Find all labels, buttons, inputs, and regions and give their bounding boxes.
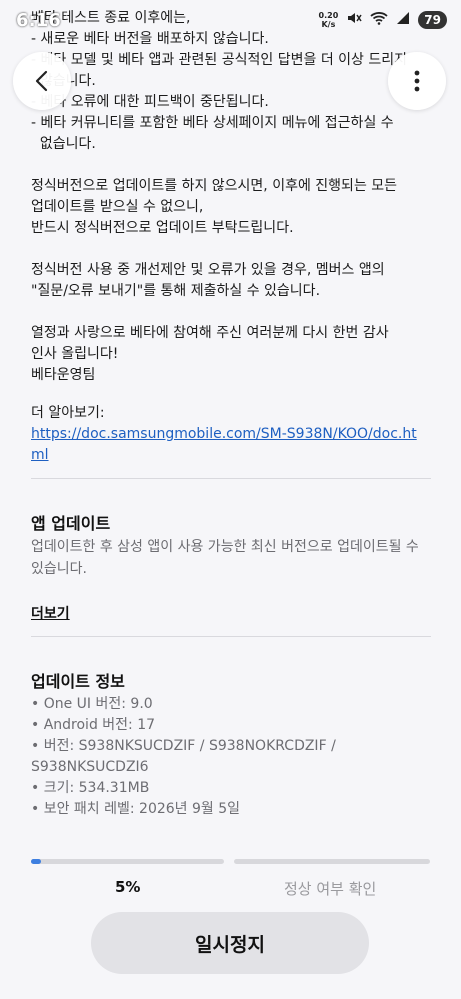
notice-line bbox=[31, 155, 431, 176]
clock: 6:16 bbox=[16, 9, 61, 31]
verify-step-label: 정상 여부 확인 bbox=[284, 880, 377, 898]
speed-unit: K/s bbox=[321, 20, 336, 29]
more-vertical-icon bbox=[414, 70, 420, 92]
signal-icon bbox=[396, 11, 410, 29]
notice-line: 정식버전으로 업데이트를 하지 않으시면, 이후에 진행되는 모든 bbox=[31, 178, 398, 194]
back-button[interactable] bbox=[13, 52, 71, 110]
battery-indicator: 79 bbox=[418, 11, 447, 29]
network-speed: 0.20 K/s bbox=[319, 11, 339, 29]
back-arrow-icon bbox=[34, 69, 50, 93]
notice-line: - 베타 모델 및 베타 앱과 관련된 공식적인 답변을 더 이상 드리지 bbox=[31, 52, 408, 68]
more-options-button[interactable] bbox=[388, 52, 446, 110]
notice-line: 없습니다. bbox=[31, 136, 96, 152]
notice-line: 열정과 사랑으로 베타에 참여해 주신 여러분께 다시 한번 감사 bbox=[31, 325, 389, 341]
doc-link[interactable]: https://doc.samsungmobile.com/SM-S938N/K… bbox=[31, 424, 419, 466]
speed-value: 0.20 bbox=[318, 11, 339, 20]
update-info-item: S938NKSUCDZI6 bbox=[31, 759, 149, 775]
notice-line: 정식버전 사용 중 개선제안 및 오류가 있을 경우, 멤버스 앱의 bbox=[31, 262, 385, 278]
progress-track-step2 bbox=[234, 859, 430, 864]
notice-line: 베타운영팀 bbox=[31, 367, 96, 383]
notice-line bbox=[31, 239, 431, 260]
update-info-list: • One UI 버전: 9.0 • Android 버전: 17 • 버전: S9… bbox=[31, 694, 431, 820]
notice-line: - 베타 커뮤니티를 포함한 베타 상세페이지 메뉴에 접근하실 수 bbox=[31, 115, 394, 131]
status-bar: 6:16 0.20 K/s 79 bbox=[0, 0, 461, 40]
update-info-item: • 크기: 534.31MB bbox=[31, 780, 150, 796]
see-more-link[interactable]: 더보기 bbox=[31, 603, 70, 623]
wifi-icon bbox=[370, 11, 388, 29]
update-info-title: 업데이트 정보 bbox=[31, 672, 125, 691]
notice-line: 업데이트를 받으실 수 없으니, bbox=[31, 199, 204, 215]
notice-line: - 베타 오류에 대한 피드백이 중단됩니다. bbox=[31, 94, 269, 110]
learn-more-label: 더 알아보기: bbox=[31, 405, 105, 421]
pause-button[interactable]: 일시정지 bbox=[91, 912, 369, 974]
progress-track-step1 bbox=[31, 859, 224, 864]
update-info-item: • 보안 패치 레벨: 2026년 9월 5일 bbox=[31, 801, 241, 817]
notice-line: 인사 올립니다! bbox=[31, 346, 119, 362]
notice-line bbox=[31, 302, 431, 323]
status-icons: 0.20 K/s 79 bbox=[319, 10, 447, 30]
notice-line: "질문/오류 보내기"를 통해 제출하실 수 있습니다. bbox=[31, 283, 321, 299]
mute-icon bbox=[346, 10, 362, 30]
notice-line: 않습니다. bbox=[31, 71, 431, 92]
update-info-item: • One UI 버전: 9.0 bbox=[31, 696, 153, 712]
divider bbox=[31, 478, 431, 479]
divider bbox=[31, 636, 431, 637]
app-update-description: 업데이트한 후 삼성 앱이 사용 가능한 최신 버전으로 업데이트될 수 있습니… bbox=[31, 539, 419, 577]
progress-fill bbox=[31, 859, 41, 864]
app-update-title: 앱 업데이트 bbox=[31, 514, 111, 533]
update-info-item: • Android 버전: 17 bbox=[31, 717, 156, 733]
notice-line: 반드시 정식버전으로 업데이트 부탁드립니다. bbox=[31, 220, 294, 236]
progress-percent: 5% bbox=[115, 878, 141, 896]
update-info-item: • 버전: S938NKSUCDZIF / S938NOKRCDZIF / bbox=[31, 738, 336, 754]
beta-end-notice: 베타 테스트 종료 이후에는, - 새로운 베타 버전을 배포하지 않습니다. - … bbox=[31, 8, 431, 386]
learn-more-block: 더 알아보기: https://doc.samsungmobile.com/SM… bbox=[31, 403, 431, 466]
